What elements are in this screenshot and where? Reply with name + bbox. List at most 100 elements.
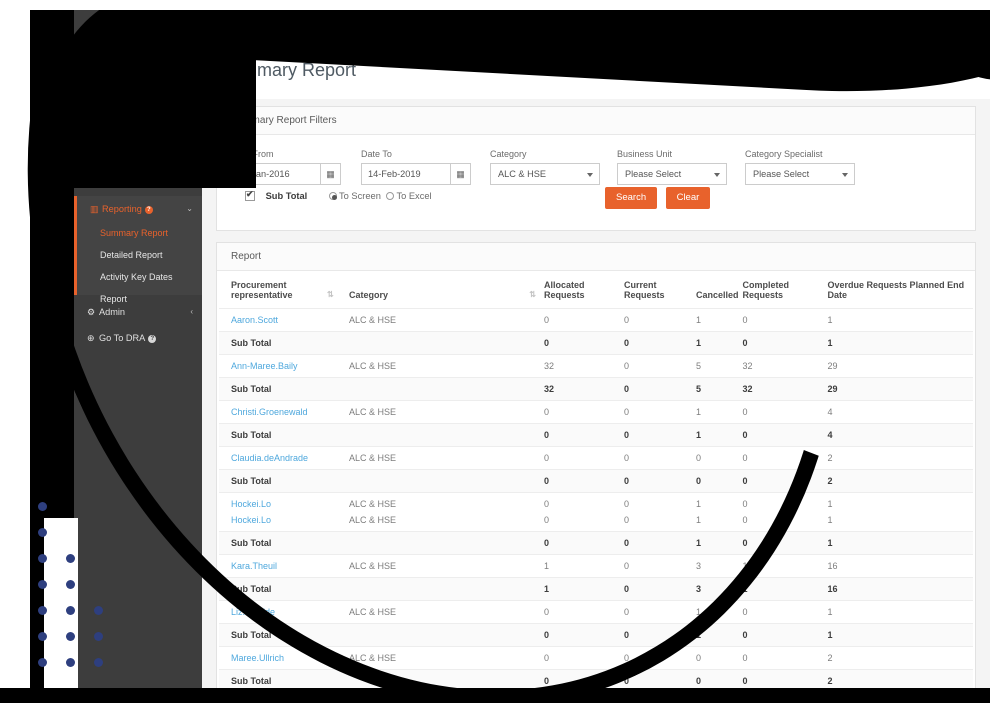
gear-icon: ⚙ xyxy=(87,307,96,317)
procurement-representative-link[interactable]: Aaron.Scott xyxy=(231,315,278,325)
cell-overdue: 2 xyxy=(827,669,973,688)
table-subtotal-row: Sub Total 0 0 1 0 1 xyxy=(219,331,973,355)
sidebar-item-new-request[interactable]: ✚ New Request? ‹ xyxy=(74,118,202,144)
output-option-group: To Screen To Excel xyxy=(329,191,432,201)
logo-text: origin xyxy=(247,32,267,39)
procurement-representative-link[interactable]: Hockei.Lo xyxy=(231,499,271,509)
cell-allocated: 1 xyxy=(544,554,624,578)
procurement-representative-link[interactable]: Christi.Groenewald xyxy=(231,407,308,417)
cell-category xyxy=(349,331,544,355)
procurement-representative-link[interactable]: Liz.Kilbride xyxy=(231,607,275,617)
sidebar-item-admin[interactable]: ⚙ Admin ‹ xyxy=(74,299,202,325)
cell-overdue: 1 xyxy=(827,623,973,647)
cell-overdue: 4 xyxy=(827,400,973,424)
avatar: AC xyxy=(117,24,159,65)
chevron-left-icon: ‹ xyxy=(190,126,193,135)
cell-procurement-representative[interactable]: Hockei.Lo xyxy=(219,492,349,515)
cell-category xyxy=(349,577,544,601)
filter-actions: Search Clear xyxy=(605,187,711,209)
date-to-input[interactable]: 14-Feb-2019 xyxy=(361,163,451,185)
sort-icon[interactable]: ⇅ xyxy=(327,290,334,299)
cell-completed: 0 xyxy=(742,446,828,470)
col-completed-requests[interactable]: Completed Requests xyxy=(743,271,828,309)
search-button[interactable]: Search xyxy=(605,187,658,209)
cell-procurement-representative[interactable]: Maree.Ullrich xyxy=(219,646,349,670)
col-overdue-requests-planned-end-date[interactable]: Overdue Requests Planned End Date xyxy=(828,271,973,309)
cell-completed: 0 xyxy=(742,623,828,647)
user-profile[interactable]: AC Ashley.Cox Administrator xyxy=(74,24,202,94)
calendar-icon[interactable]: ▦ xyxy=(451,163,471,185)
to-excel-option[interactable]: To Excel xyxy=(386,191,432,201)
sub-total-checkbox[interactable] xyxy=(245,189,255,201)
cell-completed: 0 xyxy=(742,515,748,525)
procurement-representative-link[interactable]: Ann-Maree.Baily xyxy=(231,361,298,371)
sidebar-item-label: Category Management xyxy=(99,178,193,188)
cell-allocated: 0 xyxy=(544,623,624,647)
sidebar-item-reporting[interactable]: ▥ Reporting? ⌄ xyxy=(77,196,202,222)
sort-icon[interactable]: ⇅ xyxy=(529,290,536,299)
cell-procurement-representative[interactable]: Liz.Kilbride xyxy=(219,600,349,624)
sidebar-item-search-requests[interactable]: ⌕ Search Requests? xyxy=(74,144,202,170)
sidebar-item-activity-key-dates-report[interactable]: Activity Key Dates Report xyxy=(77,266,202,304)
to-screen-radio[interactable] xyxy=(329,192,337,200)
cell-cancelled: 1 xyxy=(696,623,743,647)
calendar-icon[interactable]: ▦ xyxy=(321,163,341,185)
cell-current: 0 xyxy=(624,308,696,332)
cell-completed: 0 xyxy=(742,600,828,624)
origin-mark-icon xyxy=(247,13,267,32)
application-window: AC Ashley.Cox Administrator MENU ✚ New Re… xyxy=(74,8,990,688)
cell-procurement-representative[interactable]: Christi.Groenewald xyxy=(219,400,349,424)
procurement-representative-link[interactable]: Maree.Ullrich xyxy=(231,653,284,663)
cell-cancelled: 3 xyxy=(696,554,743,578)
menu-heading: MENU xyxy=(81,105,109,115)
sub-total-checkbox-group[interactable]: Sub Total xyxy=(245,189,307,201)
procurement-representative-link[interactable]: Hockei.Lo xyxy=(231,515,271,525)
cell-current: 0 xyxy=(624,646,696,670)
clear-button[interactable]: Clear xyxy=(665,187,711,209)
col-cancelled[interactable]: Cancelled xyxy=(696,271,743,309)
cell-procurement-representative[interactable]: Claudia.deAndrade xyxy=(219,446,349,470)
logout-link[interactable]: out xyxy=(966,20,980,31)
table-subtotal-row: Sub Total 32 0 5 32 29 xyxy=(219,377,973,401)
col-allocated-requests[interactable]: Allocated Requests xyxy=(544,271,624,309)
col-procurement-representative[interactable]: Procurement representative ⇅ xyxy=(219,271,349,309)
cell-current: 0 xyxy=(624,577,696,601)
business-unit-select[interactable]: Please Select xyxy=(617,163,727,185)
help-icon[interactable]: ? xyxy=(157,128,166,136)
cell-cancelled: 1 xyxy=(696,531,743,555)
cell-cancelled: 1 xyxy=(696,331,743,355)
cell-procurement-representative[interactable]: Hockei.Lo xyxy=(219,515,349,532)
sidebar-item-summary-report[interactable]: Summary Report xyxy=(77,222,202,244)
cell-cancelled: 1 xyxy=(696,515,702,525)
cell-procurement-representative[interactable]: Aaron.Scott xyxy=(219,308,349,332)
table-row: Liz.Kilbride ALC & HSE 0 0 1 0 1 xyxy=(219,600,973,624)
cell-category: ALC & HSE xyxy=(349,492,544,515)
date-to-label: Date To xyxy=(361,149,392,159)
cell-procurement-representative[interactable]: Kara.Theuil xyxy=(219,554,349,578)
help-icon[interactable]: ? xyxy=(172,154,181,162)
sidebar-item-go-to-dra[interactable]: ⊕ Go To DRA? xyxy=(74,325,202,351)
date-from-field: Date From 01-Jan-2016 ▦ xyxy=(231,149,341,185)
category-specialist-select[interactable]: Please Select xyxy=(745,163,855,185)
sidebar-item-category-management[interactable]: ◔ Category Management? xyxy=(74,170,204,196)
procurement-representative-link[interactable]: Claudia.deAndrade xyxy=(231,453,308,463)
help-icon[interactable]: ? xyxy=(148,335,157,343)
col-current-requests[interactable]: Current Requests xyxy=(624,271,696,309)
origin-logo: origin xyxy=(237,8,277,47)
decorative-dot xyxy=(38,502,47,511)
help-icon[interactable]: ? xyxy=(144,206,153,214)
table-row: Hockei.Lo ALC & HSE 0 0 1 0 1 xyxy=(219,515,973,532)
cell-current: 0 xyxy=(624,400,696,424)
date-from-input[interactable]: 01-Jan-2016 xyxy=(231,163,321,185)
hamburger-icon[interactable] xyxy=(212,18,232,36)
cell-current: 0 xyxy=(624,446,696,470)
sidebar-item-detailed-report[interactable]: Detailed Report xyxy=(77,244,202,266)
cell-name: Sub Total xyxy=(219,377,349,401)
to-screen-option[interactable]: To Screen xyxy=(329,191,381,201)
cell-procurement-representative[interactable]: Ann-Maree.Baily xyxy=(219,354,349,378)
to-excel-radio[interactable] xyxy=(386,192,395,200)
category-select[interactable]: ALC & HSE xyxy=(490,163,600,185)
col-category[interactable]: Category ⇅ xyxy=(349,271,544,309)
cell-current: 0 xyxy=(624,554,696,578)
procurement-representative-link[interactable]: Kara.Theuil xyxy=(231,561,277,571)
